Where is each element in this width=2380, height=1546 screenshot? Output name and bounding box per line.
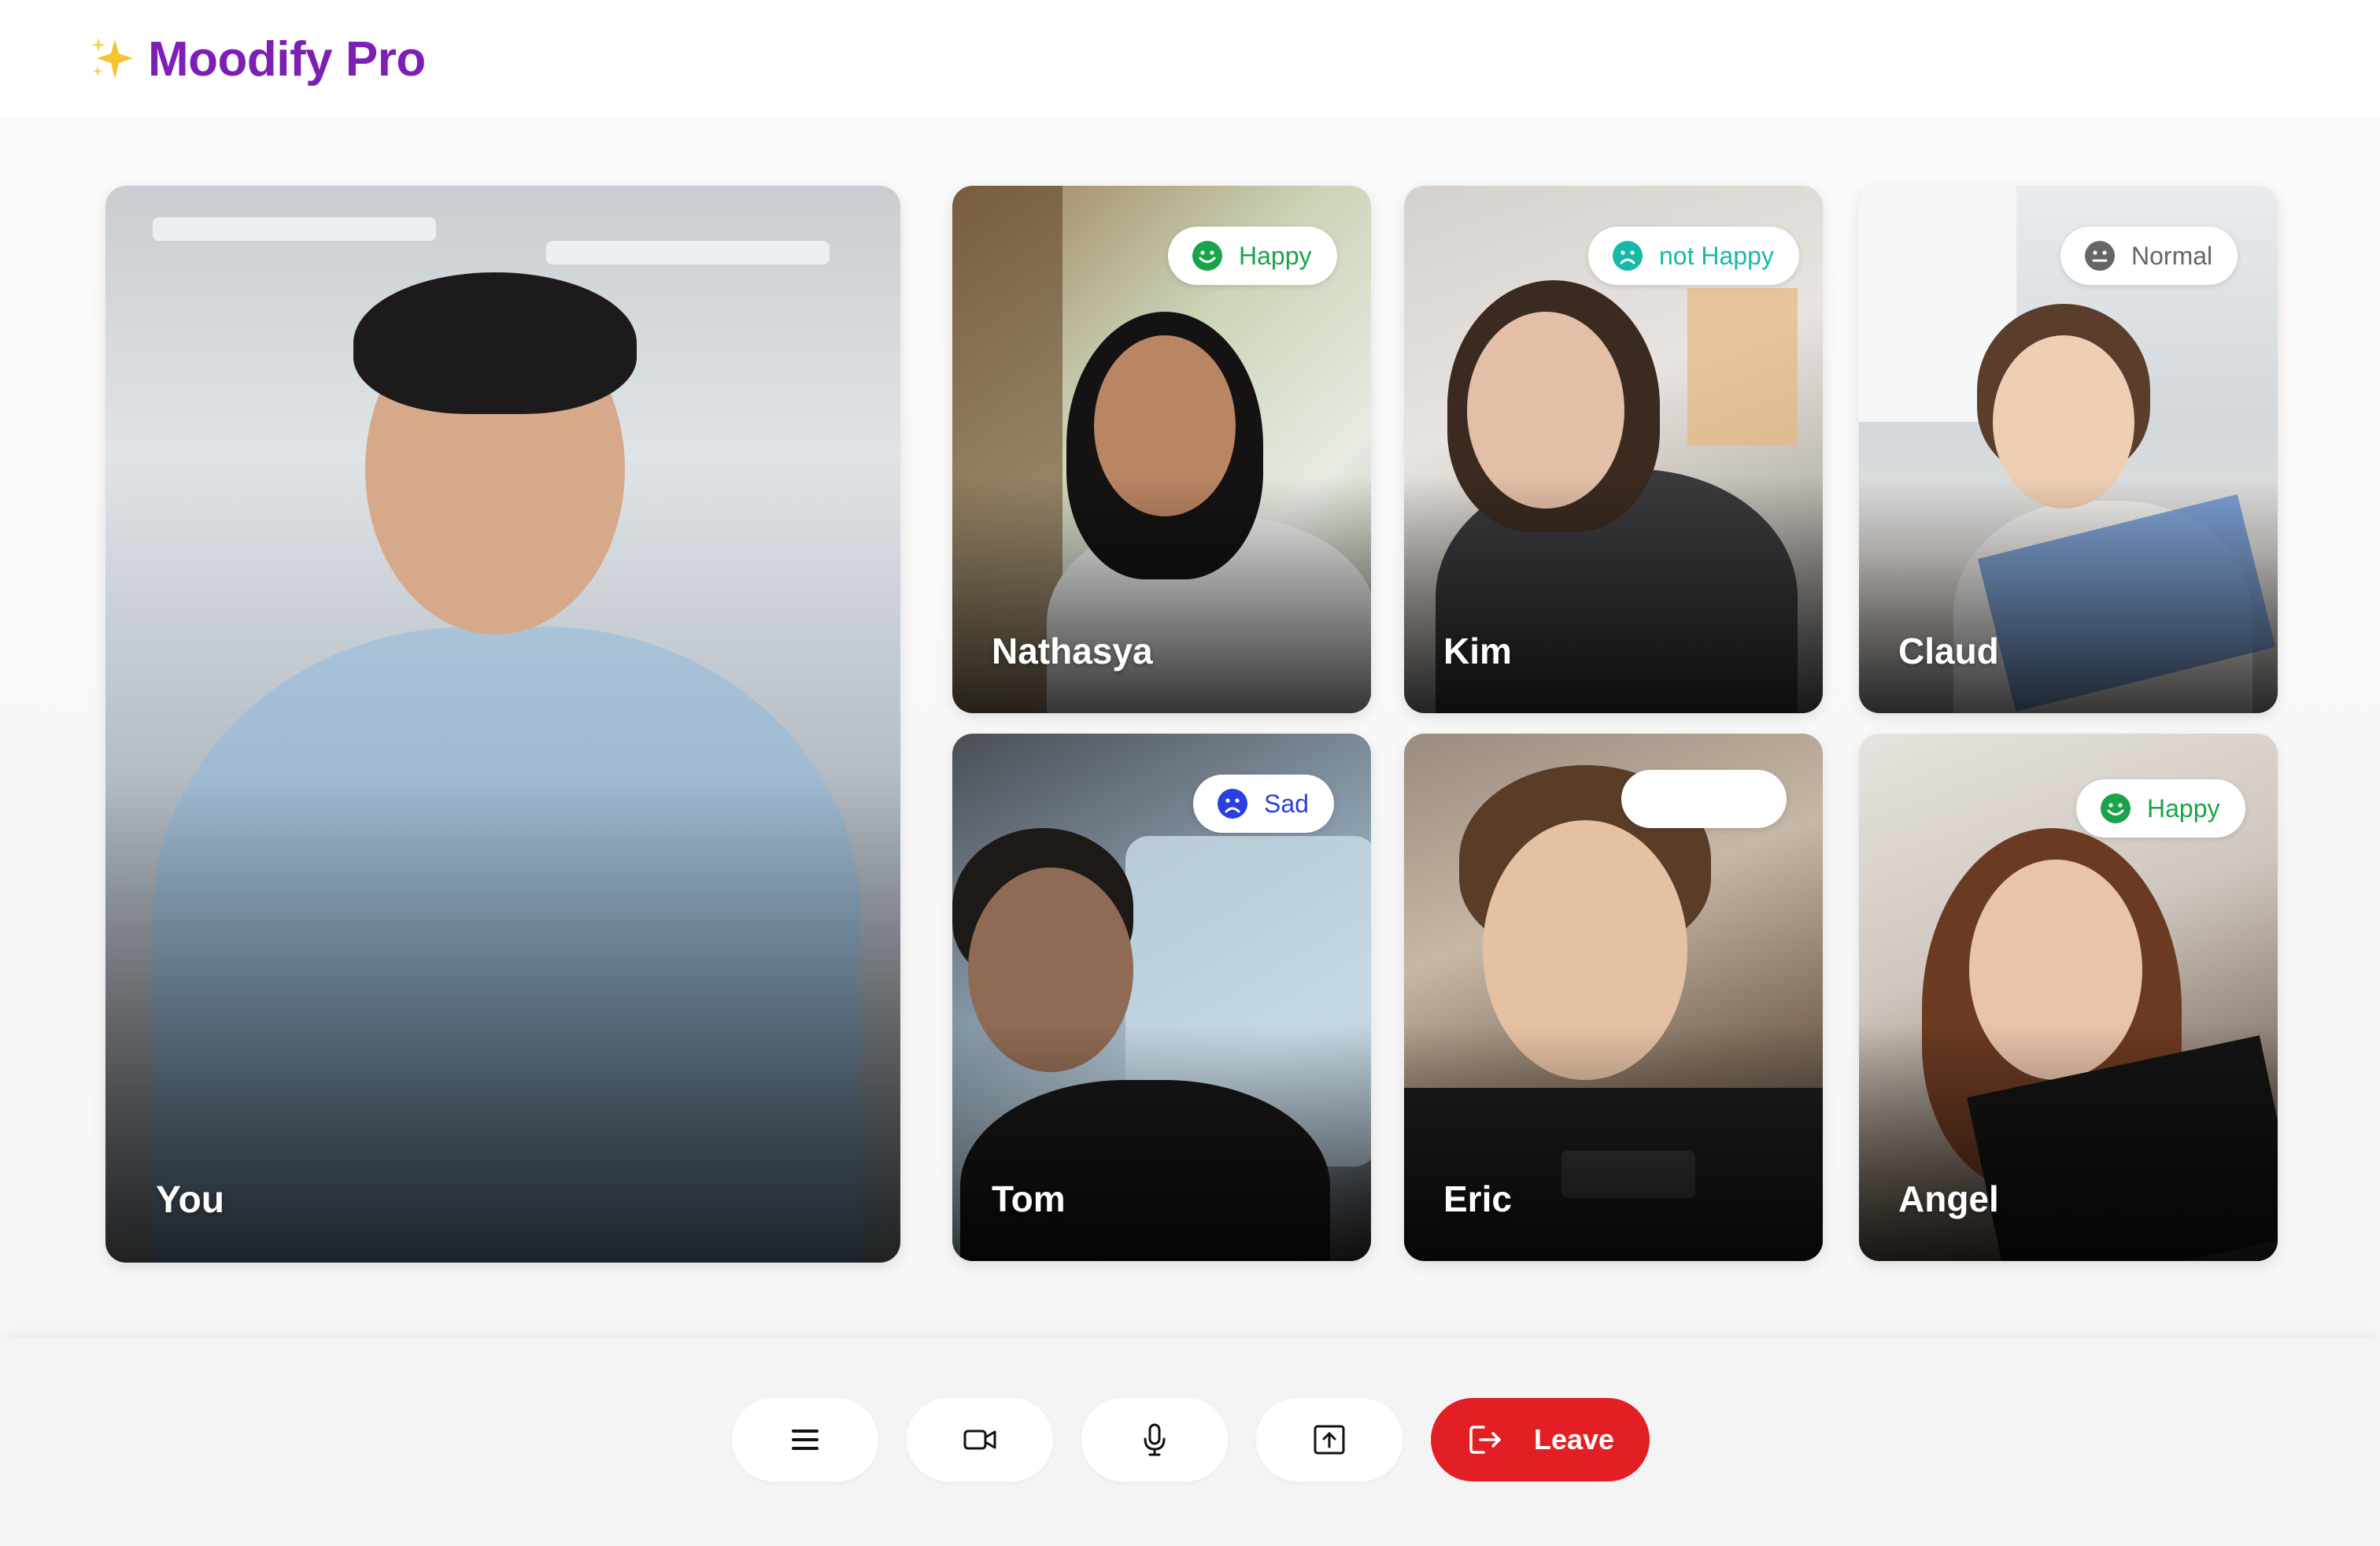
- share-screen-icon: [1314, 1425, 1345, 1455]
- mood-badge: Happy: [1168, 227, 1337, 285]
- mood-badge: Sad: [1193, 775, 1334, 833]
- video-grid: You Happy Nathasya not Happy Kim Normal …: [0, 118, 2380, 1338]
- frown-face-icon: [1613, 241, 1643, 271]
- microphone-toggle-button[interactable]: [1081, 1398, 1228, 1481]
- mood-badge: Normal: [2060, 227, 2238, 285]
- participant-tile-nathasya[interactable]: Happy Nathasya: [952, 186, 1371, 713]
- participant-tile-claud[interactable]: Normal Claud: [1859, 186, 2278, 713]
- participant-tile-tom[interactable]: Sad Tom: [952, 734, 1371, 1261]
- participant-name: Eric: [1443, 1178, 1512, 1219]
- camera-toggle-button[interactable]: [907, 1398, 1053, 1481]
- participant-name: Kim: [1443, 631, 1512, 671]
- app-header: Moodify Pro: [0, 0, 2380, 118]
- self-video-tile[interactable]: You: [105, 186, 900, 1263]
- happy-face-icon: [1192, 241, 1222, 271]
- menu-button[interactable]: [732, 1398, 878, 1481]
- happy-face-icon: [2101, 793, 2131, 823]
- participant-name: Angel: [1898, 1178, 1999, 1219]
- video-camera-icon: [963, 1429, 996, 1450]
- sad-face-icon: [1218, 789, 1247, 819]
- participant-name: Nathasya: [992, 631, 1153, 671]
- neutral-face-icon: [2085, 241, 2115, 271]
- app-title: Moodify Pro: [148, 31, 426, 87]
- mood-badge: [1621, 770, 1787, 828]
- participant-tile-kim[interactable]: not Happy Kim: [1404, 186, 1823, 713]
- leave-call-button[interactable]: Leave: [1431, 1398, 1650, 1481]
- sparkle-icon: [91, 38, 133, 79]
- microphone-icon: [1144, 1423, 1166, 1456]
- app-logo[interactable]: Moodify Pro: [88, 31, 426, 87]
- participant-tile-eric[interactable]: Eric: [1404, 734, 1823, 1261]
- participant-name: Claud: [1898, 631, 1999, 671]
- menu-icon: [792, 1429, 819, 1450]
- leave-icon: [1469, 1426, 1501, 1454]
- participant-name: You: [156, 1179, 225, 1221]
- mood-badge: Happy: [2076, 779, 2245, 838]
- mood-badge: not Happy: [1588, 227, 1799, 285]
- participant-tile-angel[interactable]: Happy Angel: [1859, 734, 2278, 1261]
- share-screen-button[interactable]: [1256, 1398, 1402, 1481]
- leave-label: Leave: [1533, 1423, 1615, 1455]
- call-controls-bar: Leave: [0, 1338, 2380, 1546]
- participant-name: Tom: [992, 1178, 1066, 1219]
